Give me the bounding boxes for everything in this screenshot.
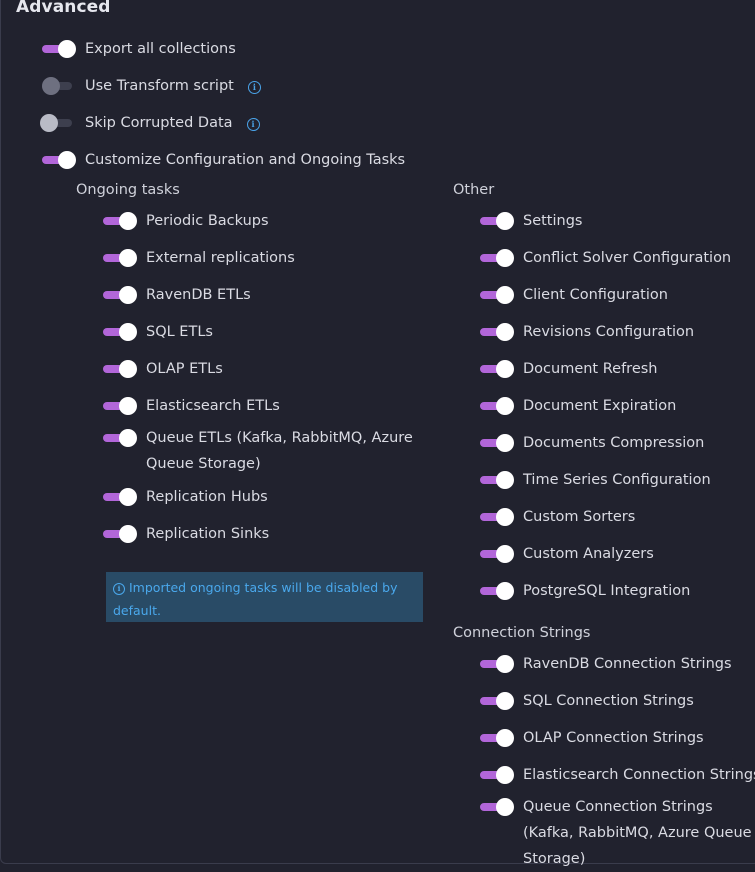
toggle-label: Document Refresh [523,361,658,377]
postgresql-integration-toggle[interactable] [480,581,514,601]
custom-sorters-toggle-row[interactable]: Custom Sorters [480,507,635,530]
periodic-backups-toggle-row[interactable]: Periodic Backups [103,211,269,234]
toggle-label: Queue ETLs (Kafka, RabbitMQ, Azure Queue… [146,430,413,472]
info-icon: i [113,583,125,595]
connection-strings-heading: Connection Strings [453,625,591,641]
ravendb-etls-toggle-row[interactable]: RavenDB ETLs [103,285,251,308]
use-transform-script-toggle-row[interactable]: Use Transform script i [42,76,261,99]
toggle-label: Skip Corrupted Data [85,115,233,131]
toggle-label: Export all collections [85,41,236,57]
toggle-label: Replication Sinks [146,526,270,542]
ravendb-connection-strings-toggle-row[interactable]: RavenDB Connection Strings [480,654,732,677]
toggle-label: Customize Configuration and Ongoing Task… [85,152,406,168]
olap-etls-toggle[interactable] [103,359,137,379]
ravendb-connection-strings-toggle[interactable] [480,654,514,674]
info-icon[interactable]: i [246,118,260,131]
conflict-solver-toggle[interactable] [480,248,514,268]
skip-corrupted-data-toggle[interactable] [40,113,76,133]
document-refresh-toggle[interactable] [480,359,514,379]
toggle-label: RavenDB Connection Strings [523,656,732,672]
toggle-label: Custom Sorters [523,509,636,525]
replication-sinks-toggle-row[interactable]: Replication Sinks [103,524,269,547]
replication-sinks-toggle[interactable] [103,524,137,544]
queue-etls-toggle-row[interactable]: Queue ETLs (Kafka, RabbitMQ, Azure Queue… [103,428,414,477]
toggle-label: OLAP ETLs [146,361,223,377]
toggle-label: SQL Connection Strings [523,693,694,709]
queue-connection-strings-toggle[interactable] [480,797,514,817]
toggle-label: Time Series Configuration [523,472,711,488]
settings-toggle-row[interactable]: Settings [480,211,582,234]
toggle-label: PostgreSQL Integration [523,583,691,599]
toggle-label: Elasticsearch ETLs [146,398,280,414]
toggle-label: Documents Compression [523,435,705,451]
olap-connection-strings-toggle[interactable] [480,728,514,748]
custom-analyzers-toggle-row[interactable]: Custom Analyzers [480,544,654,567]
sql-connection-strings-toggle[interactable] [480,691,514,711]
toggle-label: Client Configuration [523,287,668,303]
elasticsearch-connection-strings-toggle[interactable] [480,765,514,785]
documents-compression-toggle[interactable] [480,433,514,453]
section-title: Advanced [16,0,111,17]
sql-connection-strings-toggle-row[interactable]: SQL Connection Strings [480,691,694,714]
toggle-label: Custom Analyzers [523,546,654,562]
sql-etls-toggle[interactable] [103,322,137,342]
toggle-label: Conflict Solver Configuration [523,250,732,266]
toggle-label: RavenDB ETLs [146,287,251,303]
ravendb-etls-toggle[interactable] [103,285,137,305]
custom-sorters-toggle[interactable] [480,507,514,527]
custom-analyzers-toggle[interactable] [480,544,514,564]
queue-etls-toggle[interactable] [103,428,137,448]
ongoing-tasks-heading: Ongoing tasks [76,182,180,198]
replication-hubs-toggle[interactable] [103,487,137,507]
time-series-configuration-toggle-row[interactable]: Time Series Configuration [480,470,711,493]
toggle-label: External replications [146,250,295,266]
document-refresh-toggle-row[interactable]: Document Refresh [480,359,658,382]
other-heading: Other [453,182,495,198]
settings-toggle[interactable] [480,211,514,231]
customize-configuration-toggle-row[interactable]: Customize Configuration and Ongoing Task… [42,150,405,173]
info-icon[interactable]: i [247,81,261,94]
export-all-collections-toggle-row[interactable]: Export all collections [42,39,236,62]
postgresql-integration-toggle-row[interactable]: PostgreSQL Integration [480,581,690,604]
time-series-configuration-toggle[interactable] [480,470,514,490]
client-configuration-toggle-row[interactable]: Client Configuration [480,285,668,308]
toggle-label: Settings [523,213,583,229]
revisions-configuration-toggle-row[interactable]: Revisions Configuration [480,322,694,345]
toggle-label: Revisions Configuration [523,324,695,340]
revisions-configuration-toggle[interactable] [480,322,514,342]
periodic-backups-toggle[interactable] [103,211,137,231]
external-replications-toggle[interactable] [103,248,137,268]
toggle-label: Queue Connection Strings (Kafka, RabbitM… [523,799,752,867]
toggle-label: Periodic Backups [146,213,269,229]
toggle-label: Elasticsearch Connection Strings [523,767,755,783]
export-all-collections-toggle[interactable] [42,39,76,59]
queue-connection-strings-toggle-row[interactable]: Queue Connection Strings (Kafka, RabbitM… [480,797,755,872]
toggle-label: SQL ETLs [146,324,213,340]
documents-compression-toggle-row[interactable]: Documents Compression [480,433,704,456]
customize-configuration-toggle[interactable] [42,150,76,170]
toggle-label: OLAP Connection Strings [523,730,704,746]
conflict-solver-toggle-row[interactable]: Conflict Solver Configuration [480,248,731,271]
client-configuration-toggle[interactable] [480,285,514,305]
elasticsearch-etls-toggle-row[interactable]: Elasticsearch ETLs [103,396,280,419]
replication-hubs-toggle-row[interactable]: Replication Hubs [103,487,268,510]
olap-connection-strings-toggle-row[interactable]: OLAP Connection Strings [480,728,704,751]
document-expiration-toggle[interactable] [480,396,514,416]
external-replications-toggle-row[interactable]: External replications [103,248,295,271]
use-transform-script-toggle[interactable] [42,76,76,96]
document-expiration-toggle-row[interactable]: Document Expiration [480,396,676,419]
olap-etls-toggle-row[interactable]: OLAP ETLs [103,359,223,382]
sql-etls-toggle-row[interactable]: SQL ETLs [103,322,213,345]
elasticsearch-connection-strings-toggle-row[interactable]: Elasticsearch Connection Strings [480,765,755,788]
disabled-tasks-notice: i Imported ongoing tasks will be disabled… [106,572,423,622]
toggle-label: Use Transform script [85,78,234,94]
elasticsearch-etls-toggle[interactable] [103,396,137,416]
skip-corrupted-data-toggle-row[interactable]: Skip Corrupted Data i [40,113,260,136]
notice-text: Imported ongoing tasks will be disabled … [113,580,398,618]
toggle-label: Document Expiration [523,398,677,414]
toggle-label: Replication Hubs [146,489,268,505]
